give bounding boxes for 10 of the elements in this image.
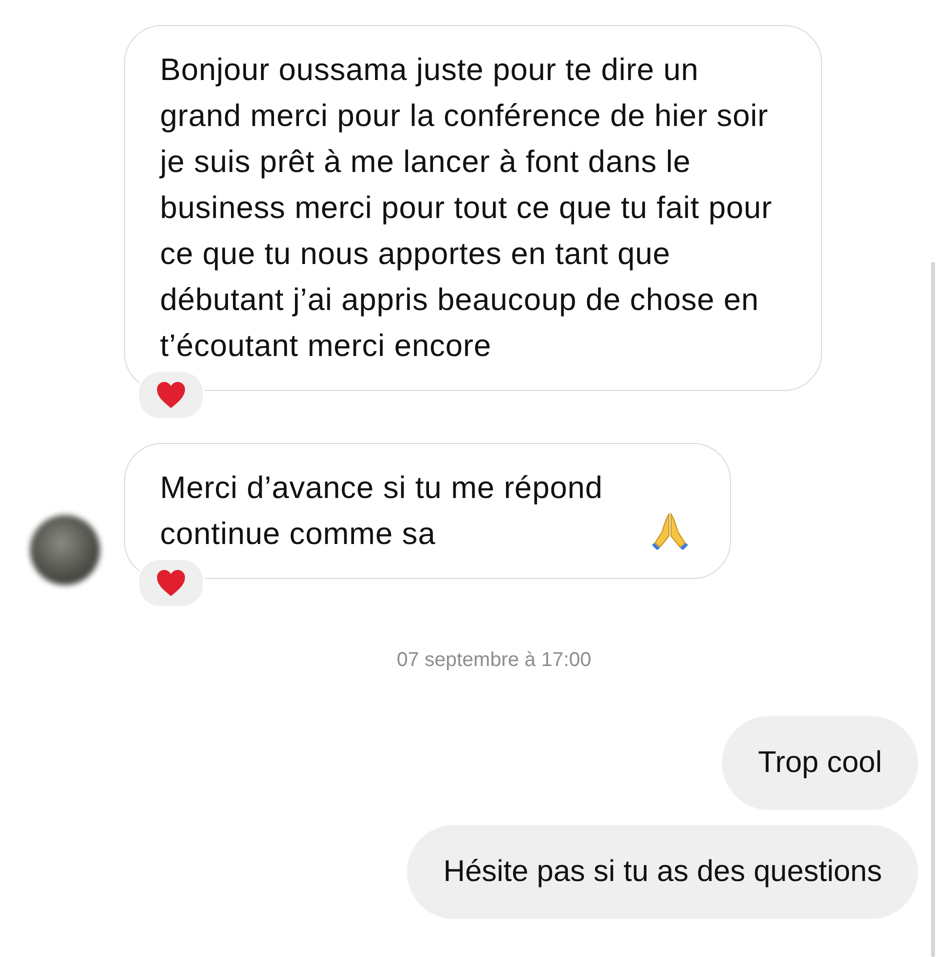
heart-icon — [156, 381, 186, 409]
message-bubble: Trop cool — [722, 716, 918, 810]
scrollbar[interactable] — [931, 262, 935, 957]
message-text: Merci d’avance si tu me répond continue comme sa — [160, 469, 604, 553]
message-text: Bonjour oussama juste pour te dire un grand merci pour la conférence de hier soir je suis prêt à me lancer à font dans le business merci pour tout ce que tu fait pour ce que tu nous apportes en tant que débutant j’ai appris beaucoup de chose en t’écoutant merci encore — [160, 51, 774, 365]
reaction-badge[interactable] — [137, 558, 205, 608]
timestamp: 07 septembre à 17:00 — [396, 649, 592, 672]
heart-icon — [156, 569, 186, 597]
message-bubble: Hésite pas si tu as des questions — [407, 825, 918, 919]
reaction-badge[interactable] — [137, 370, 205, 420]
